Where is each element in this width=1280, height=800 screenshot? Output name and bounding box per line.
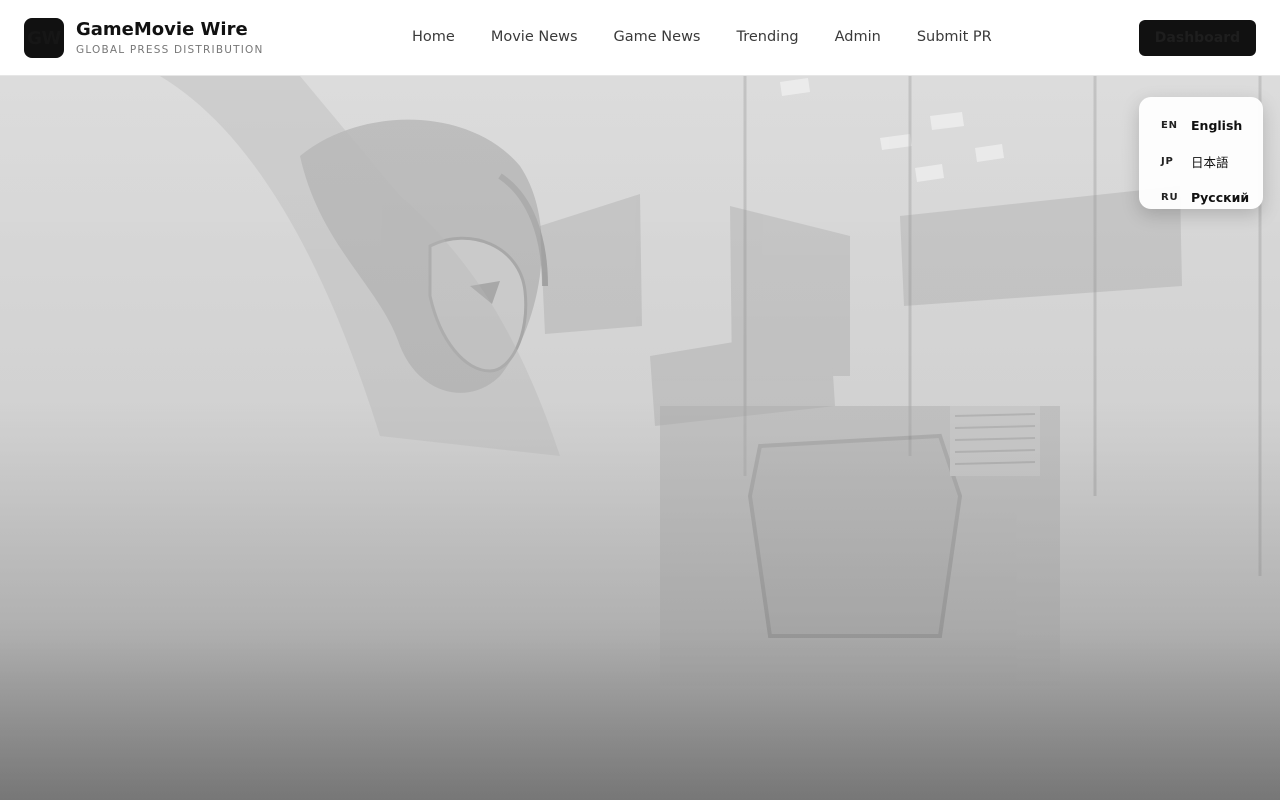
brand-title[interactable]: GameMovie Wire — [76, 19, 264, 41]
nav-game-news[interactable]: Game News — [614, 27, 701, 47]
language-option-en[interactable]: EN English — [1139, 107, 1263, 143]
brand-logo[interactable]: GW — [24, 18, 64, 58]
language-menu: EN English JP 日本語 RU Русский — [1139, 97, 1263, 209]
language-option-jp[interactable]: JP 日本語 — [1139, 143, 1263, 179]
main-nav: Home Movie News Game News Trending Admin… — [412, 27, 992, 47]
site-header: GW GameMovie Wire GLOBAL PRESS DISTRIBUT… — [0, 0, 1280, 76]
language-name: English — [1191, 117, 1243, 133]
language-option-ru[interactable]: RU Русский — [1139, 179, 1263, 215]
language-name: 日本語 — [1191, 154, 1229, 170]
nav-movie-news[interactable]: Movie News — [491, 27, 578, 47]
language-code: JP — [1161, 155, 1174, 167]
hero-overlay — [0, 76, 1280, 800]
language-code: EN — [1161, 119, 1178, 131]
nav-home[interactable]: Home — [412, 27, 455, 47]
language-code: RU — [1161, 191, 1179, 203]
nav-trending[interactable]: Trending — [737, 27, 799, 47]
dashboard-button[interactable]: Dashboard — [1139, 20, 1256, 56]
language-name: Русский — [1191, 189, 1250, 205]
brand-subtitle: GLOBAL PRESS DISTRIBUTION — [76, 44, 264, 56]
hero-section — [0, 76, 1280, 800]
brand[interactable]: GW GameMovie Wire GLOBAL PRESS DISTRIBUT… — [24, 18, 264, 58]
brand-text: GameMovie Wire GLOBAL PRESS DISTRIBUTION — [76, 19, 264, 57]
nav-admin[interactable]: Admin — [835, 27, 881, 47]
nav-submit-pr[interactable]: Submit PR — [917, 27, 992, 47]
